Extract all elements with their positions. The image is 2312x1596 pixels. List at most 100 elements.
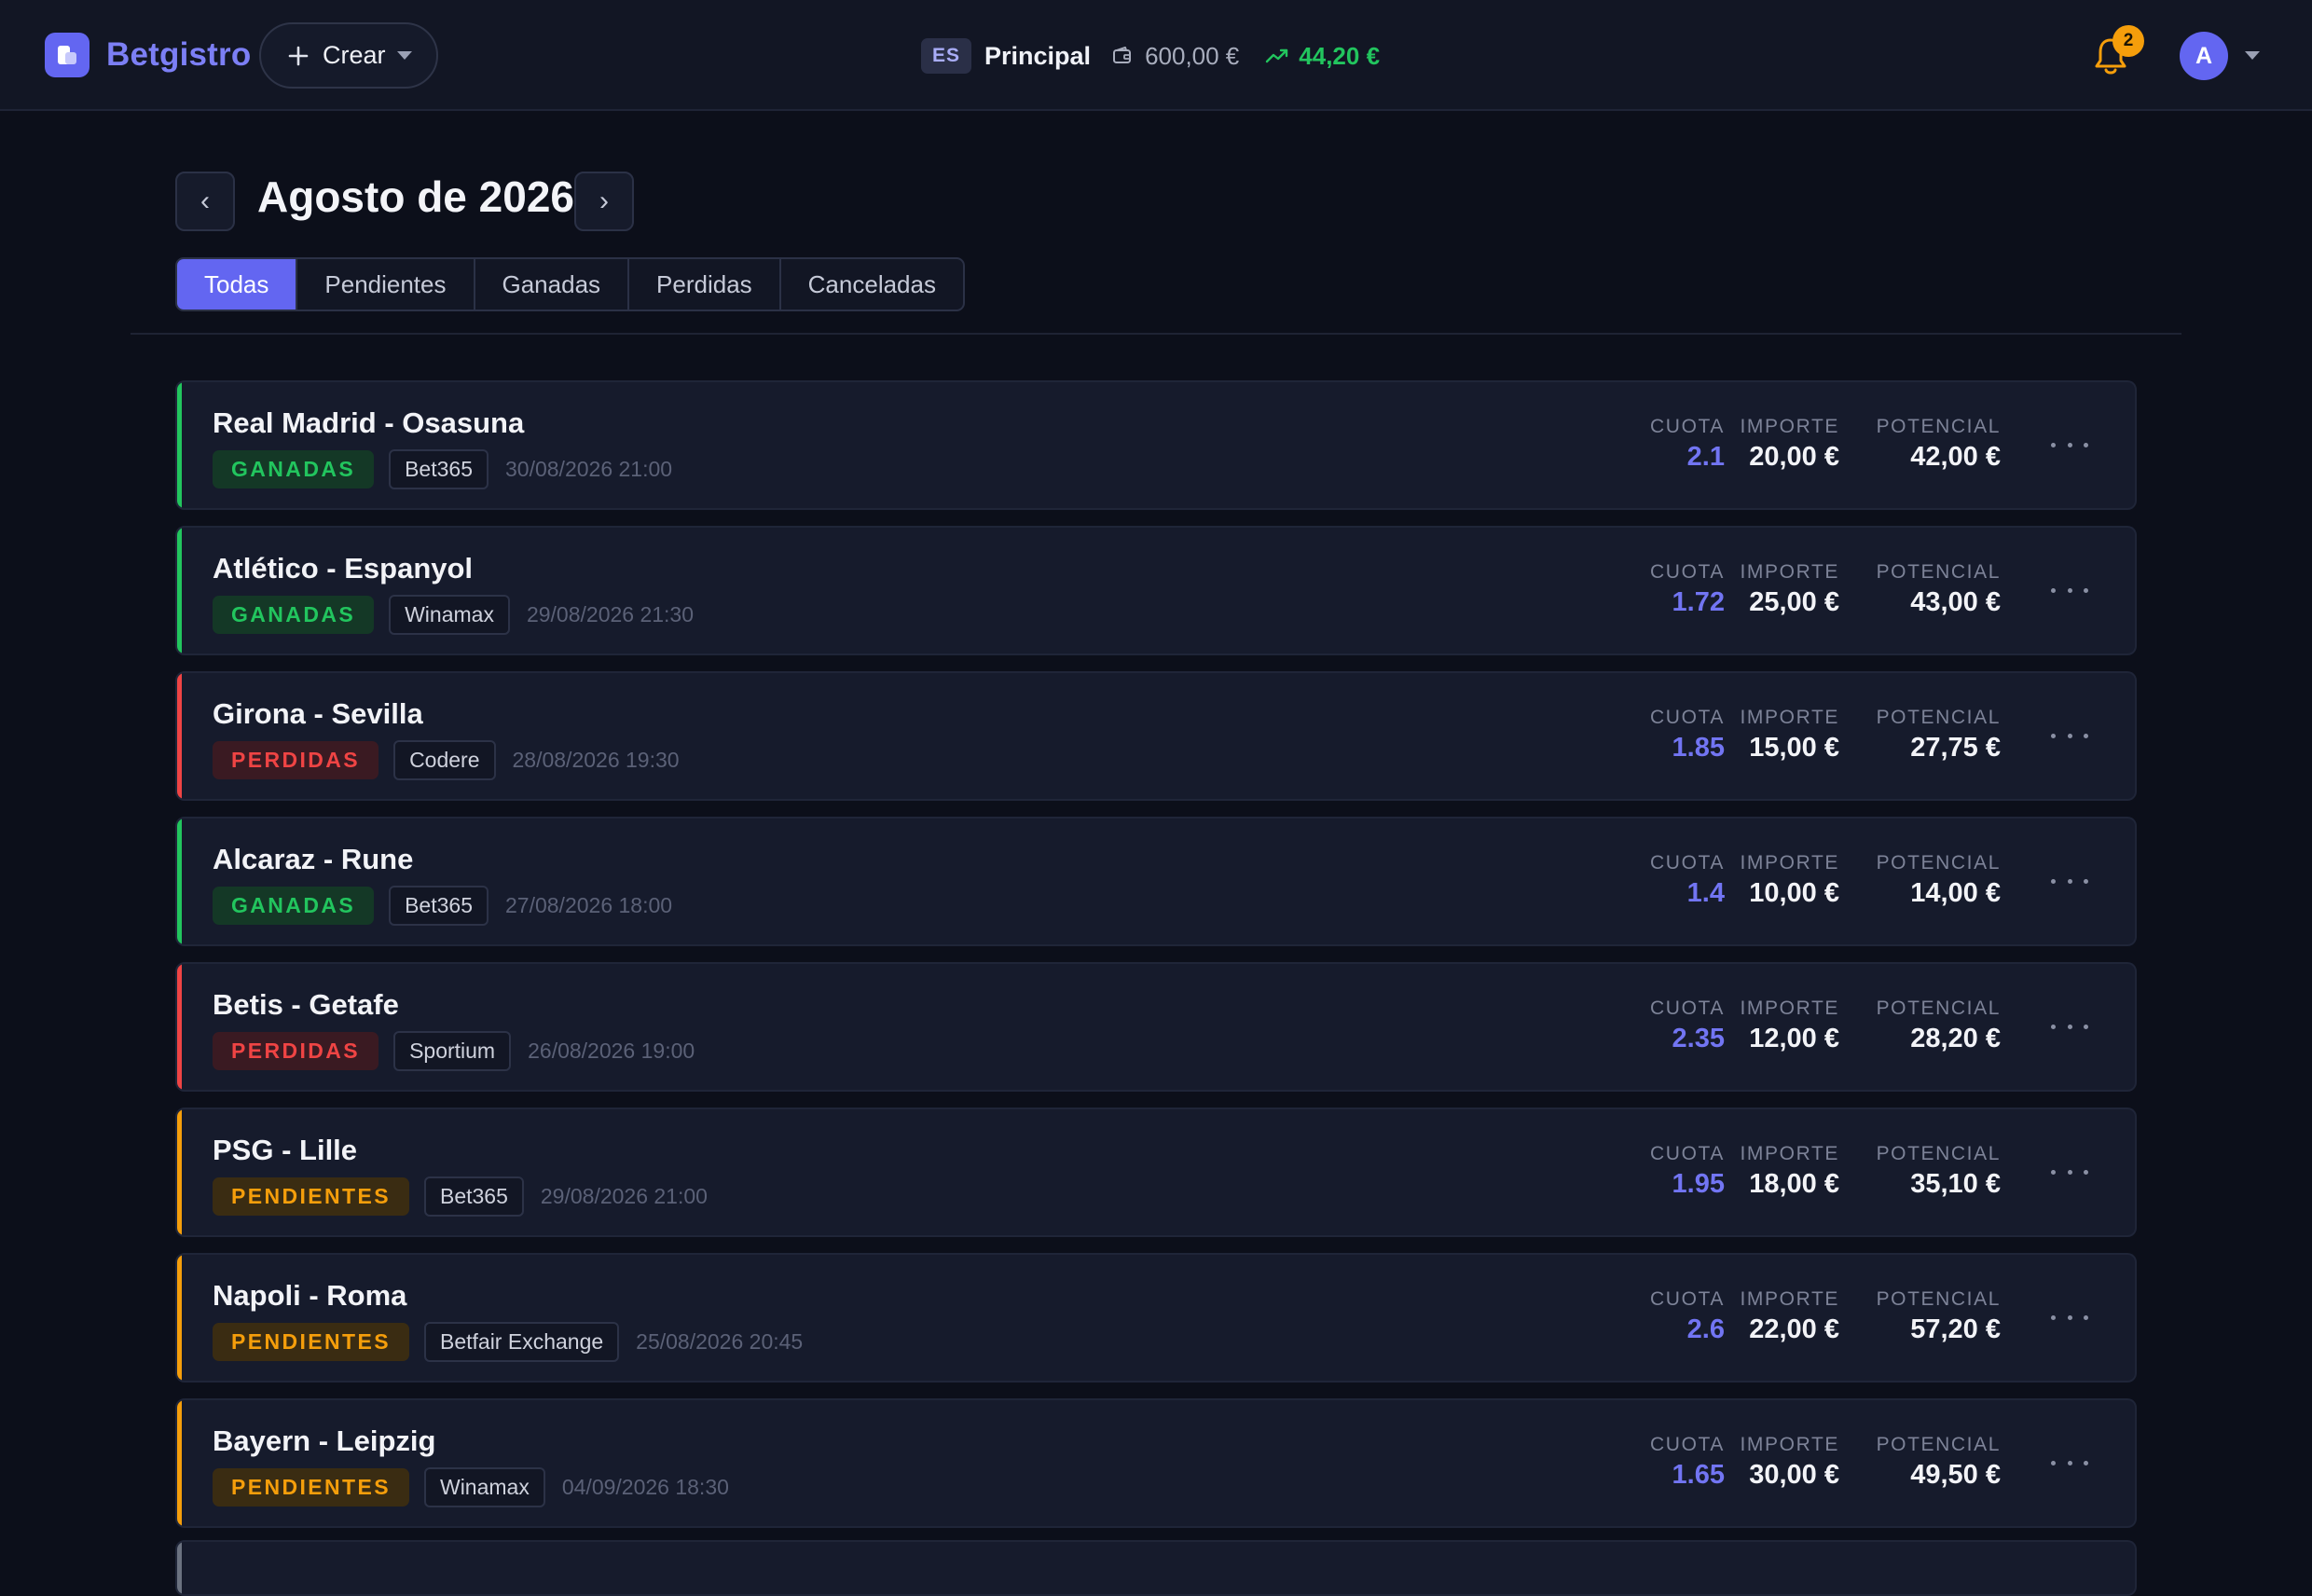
more-options-icon[interactable] [2051,1449,2088,1477]
odds-value: 1.65 [1672,1460,1725,1490]
create-button[interactable]: Crear [259,22,438,89]
odds-label: CUOTA [1650,1434,1725,1455]
odds-label: CUOTA [1650,1288,1725,1310]
potential-label: POTENCIAL [1876,998,2001,1019]
bet-card[interactable]: Napoli - Roma PENDIENTES Betfair Exchang… [175,1253,2137,1383]
bet-card[interactable]: PSG - Lille PENDIENTES Bet365 29/08/2026… [175,1108,2137,1237]
potential-label: POTENCIAL [1876,707,2001,728]
avatar[interactable]: A [2180,32,2228,80]
tab-perdidas[interactable]: Perdidas [629,259,781,310]
tab-todas[interactable]: Todas [177,259,298,310]
bet-meta: GANADAS Bet365 27/08/2026 18:00 [213,886,672,926]
bet-date: 25/08/2026 20:45 [636,1329,804,1354]
chevron-down-icon [396,51,412,60]
potential-value: 49,50 € [1910,1460,2001,1490]
bet-title: Betis - Getafe [213,988,399,1021]
potential-value: 43,00 € [1910,587,2001,617]
potential-value: 42,00 € [1910,442,2001,472]
bet-card[interactable]: Atlético - Espanyol GANADAS Winamax 29/0… [175,526,2137,655]
odds-value: 2.6 [1686,1314,1725,1344]
more-options-icon[interactable] [2051,1012,2088,1040]
potential-value: 57,20 € [1910,1314,2001,1344]
bet-title: Real Madrid - Osasuna [213,406,525,439]
odds: CUOTA 1.65 [1650,1434,1725,1491]
bookmaker-tag: Winamax [389,595,510,635]
potential-label: POTENCIAL [1876,1143,2001,1164]
bet-card[interactable]: Bayern - Leipzig PENDIENTES Winamax 04/0… [175,1398,2137,1528]
more-options-icon[interactable] [2051,722,2088,750]
potential-value: 28,20 € [1910,1024,2001,1053]
odds: CUOTA 2.1 [1650,416,1725,473]
create-button-label: Crear [323,41,386,69]
bet-meta: PENDIENTES Betfair Exchange 25/08/2026 2… [213,1322,803,1362]
balance-value: 600,00 € [1145,41,1240,70]
potential-return: POTENCIAL 42,00 € [1877,416,2001,473]
app-logo[interactable]: Betgistro [45,33,251,77]
odds-label: CUOTA [1650,707,1725,728]
more-options-icon[interactable] [2051,1158,2088,1186]
bet-title: Bayern - Leipzig [213,1424,436,1457]
odds: CUOTA 1.4 [1650,852,1725,909]
tab-pendientes[interactable]: Pendientes [297,259,475,310]
status-badge: PENDIENTES [213,1468,409,1507]
status-badge: GANADAS [213,450,375,488]
bet-card[interactable]: Girona - Sevilla PERDIDAS Codere 28/08/2… [175,671,2137,801]
account-summary[interactable]: ES Principal 600,00 € 44,20 € [921,35,1380,76]
status-badge: PERDIDAS [213,741,379,779]
status-indicator-bar [177,1109,182,1235]
language-badge: ES [921,38,972,74]
stake-label: IMPORTE [1740,1434,1839,1455]
notifications-badge: 2 [2112,25,2144,57]
stake: IMPORTE 22,00 € [1741,1288,1840,1345]
status-filter-tabs: Todas Pendientes Ganadas Perdidas Cancel… [175,257,965,311]
stake: IMPORTE 15,00 € [1741,707,1840,764]
status-badge: PENDIENTES [213,1177,409,1216]
odds: CUOTA 1.72 [1650,561,1725,618]
avatar-chevron-down-icon[interactable] [2245,51,2260,60]
bookmaker-tag: Bet365 [423,1176,524,1217]
bet-card[interactable]: Betis - Getafe PERDIDAS Sportium 26/08/2… [175,962,2137,1092]
bet-meta: GANADAS Bet365 30/08/2026 21:00 [213,449,672,489]
odds-label: CUOTA [1650,416,1725,437]
tab-canceladas[interactable]: Canceladas [781,259,963,310]
status-badge: GANADAS [213,887,375,925]
bet-title: PSG - Lille [213,1134,358,1166]
stake-label: IMPORTE [1740,416,1839,437]
prev-month-button[interactable]: ‹ [175,172,235,231]
stake-value: 15,00 € [1749,733,1839,763]
stake: IMPORTE 10,00 € [1741,852,1840,909]
app-name: Betgistro [106,36,252,73]
bet-card[interactable]: Real Madrid - Osasuna GANADAS Bet365 30/… [175,380,2137,510]
trending-up-icon [1266,48,1288,63]
bookmaker-tag: Betfair Exchange [423,1322,620,1362]
stake-value: 10,00 € [1749,878,1839,908]
bet-date: 29/08/2026 21:30 [526,602,695,626]
more-options-icon[interactable] [2051,1303,2088,1331]
stake-value: 18,00 € [1749,1169,1839,1199]
more-options-icon[interactable] [2051,576,2088,604]
tab-ganadas[interactable]: Ganadas [475,259,630,310]
bet-date: 04/09/2026 18:30 [561,1475,729,1499]
status-badge: GANADAS [213,596,375,634]
potential-label: POTENCIAL [1876,852,2001,874]
odds-value: 1.72 [1672,587,1725,617]
bet-title: Alcaraz - Rune [213,843,414,875]
page-title: Agosto de 2026 [257,172,574,221]
bet-card-partial[interactable] [175,1540,2137,1596]
potential-value: 35,10 € [1910,1169,2001,1199]
bookmaker-tag: Bet365 [389,449,489,489]
more-options-icon[interactable] [2051,431,2088,459]
potential-label: POTENCIAL [1876,1434,2001,1455]
more-options-icon[interactable] [2051,867,2088,895]
profit: 44,20 € [1265,42,1380,71]
stake: IMPORTE 12,00 € [1741,998,1840,1054]
odds-label: CUOTA [1650,852,1725,874]
stake: IMPORTE 18,00 € [1741,1143,1840,1200]
account-name: Principal [984,41,1092,70]
bet-meta: PENDIENTES Winamax 04/09/2026 18:30 [213,1467,729,1507]
bet-card[interactable]: Alcaraz - Rune GANADAS Bet365 27/08/2026… [175,817,2137,946]
status-indicator-bar [177,673,182,799]
odds: CUOTA 2.6 [1650,1288,1725,1345]
next-month-button[interactable]: › [574,172,634,231]
potential-value: 27,75 € [1910,733,2001,763]
